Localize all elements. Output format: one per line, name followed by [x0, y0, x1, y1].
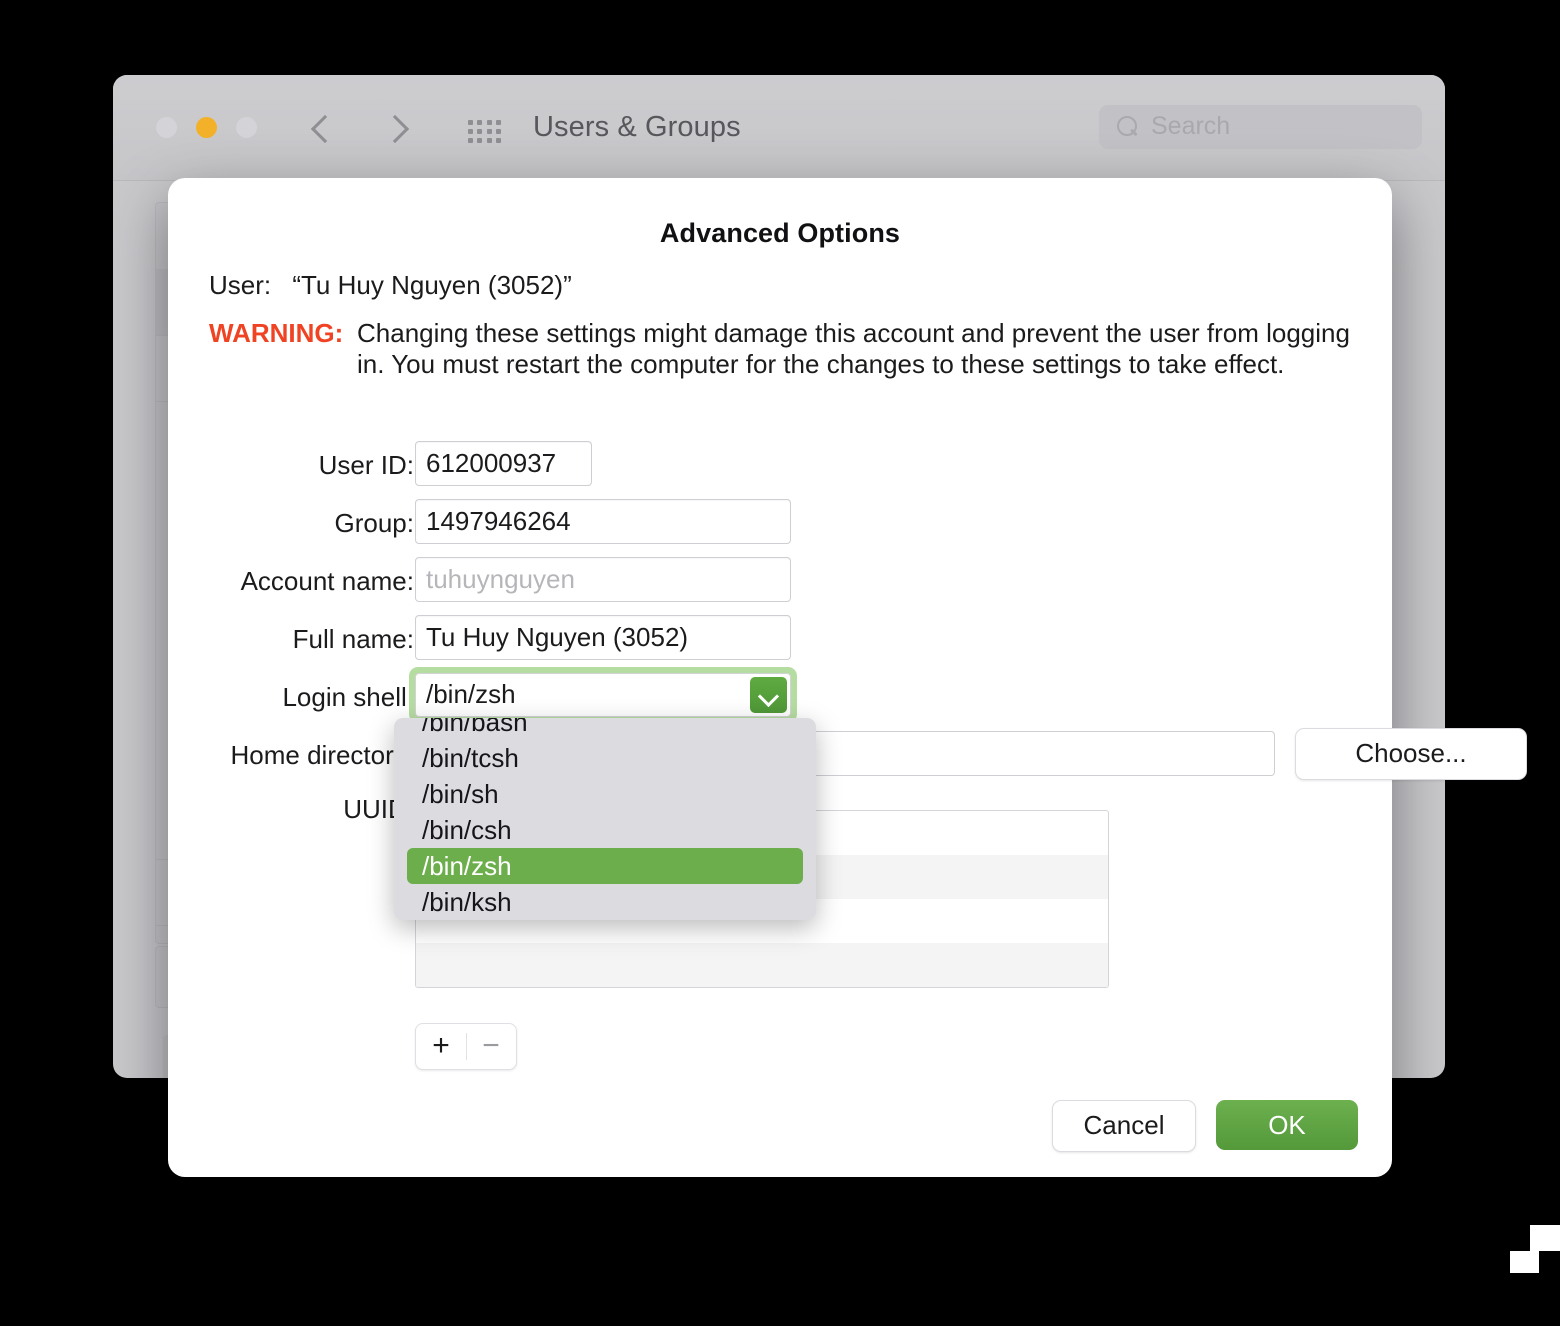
login-shell-popup-button[interactable]: /bin/zsh	[415, 673, 791, 717]
advanced-options-sheet: Advanced Options User: “Tu Huy Nguyen (3…	[168, 178, 1527, 1177]
home-directory-label: Home directory:	[230, 740, 415, 770]
grid-dot	[495, 120, 501, 125]
window-titlebar: Users & Groups Search	[113, 75, 1445, 181]
field-row-account-name: Account name: tuhuynguyen	[168, 557, 1392, 615]
menu-item-ksh[interactable]: /bin/ksh	[394, 884, 816, 920]
field-row-full-name: Full name: Tu Huy Nguyen (3052)	[168, 615, 1392, 673]
grid-dot	[477, 138, 483, 143]
field-row-user-id: User ID: 612000937	[168, 441, 1392, 499]
search-field[interactable]: Search	[1099, 105, 1422, 149]
warning-text: Changing these settings might damage thi…	[357, 318, 1350, 380]
grid-dot	[468, 120, 473, 125]
search-placeholder: Search	[1151, 112, 1231, 140]
sheet-title: Advanced Options	[659, 218, 901, 248]
show-all-grid-icon[interactable]	[468, 120, 502, 144]
login-shell-dropdown-menu[interactable]: /bin/bash /bin/tcsh /bin/sh /bin/csh /bi…	[394, 718, 816, 920]
full-name-input[interactable]: Tu Huy Nguyen (3052)	[415, 615, 791, 660]
aliases-add-remove-group: + −	[415, 1023, 517, 1070]
grid-dot	[468, 138, 473, 143]
group-label: Group:	[334, 508, 415, 538]
corner-artifact-lower	[1510, 1251, 1539, 1273]
user-id-label: User ID:	[318, 450, 414, 480]
remove-alias-button[interactable]: −	[466, 1024, 516, 1069]
full-name-label: Full name:	[292, 624, 414, 654]
account-name-label: Account name:	[240, 566, 414, 596]
login-shell-value: /bin/zsh	[426, 679, 516, 709]
minimize-button-icon[interactable]	[196, 117, 217, 138]
grid-dot	[495, 129, 501, 134]
grid-dot	[495, 138, 501, 143]
menu-item-csh[interactable]: /bin/csh	[394, 812, 816, 848]
menu-item-tcsh[interactable]: /bin/tcsh	[394, 740, 816, 776]
zoom-button-icon[interactable]	[236, 117, 257, 138]
chevron-left-icon[interactable]	[311, 111, 337, 145]
login-shell-popup-focus-ring: /bin/zsh	[409, 667, 797, 723]
add-alias-button[interactable]: +	[416, 1024, 466, 1069]
grid-dot	[486, 120, 492, 125]
account-name-input[interactable]: tuhuynguyen	[415, 557, 791, 602]
menu-item-bash[interactable]: /bin/bash	[394, 718, 816, 740]
warning-label: WARNING:	[209, 318, 344, 348]
menu-item-sh[interactable]: /bin/sh	[394, 776, 816, 812]
ok-button[interactable]: OK	[1216, 1100, 1358, 1150]
corner-artifact-upper	[1530, 1225, 1560, 1251]
grid-dot	[486, 138, 492, 143]
login-shell-label: Login shell:	[282, 682, 414, 712]
user-value: “Tu Huy Nguyen (3052)”	[292, 270, 572, 300]
grid-dot	[468, 129, 473, 134]
grid-dot	[477, 120, 483, 125]
grid-dot	[477, 129, 483, 134]
choose-button[interactable]: Choose...	[1295, 728, 1527, 780]
group-input[interactable]: 1497946264	[415, 499, 791, 544]
cancel-button[interactable]: Cancel	[1052, 1100, 1196, 1152]
traffic-light-group	[156, 117, 257, 138]
navigation-buttons	[311, 111, 409, 145]
close-button-icon[interactable]	[156, 117, 177, 138]
search-icon	[1117, 116, 1137, 136]
menu-item-zsh-selected[interactable]: /bin/zsh	[407, 848, 803, 884]
window-title: Users & Groups	[533, 111, 741, 143]
user-label: User:	[209, 270, 272, 300]
chevron-down-icon[interactable]	[750, 677, 787, 713]
warning-block: WARNING: Changing these settings might d…	[209, 318, 1359, 381]
uuid-label: UUID:	[343, 794, 414, 824]
user-row: User: “Tu Huy Nguyen (3052)”	[209, 270, 572, 301]
user-id-input[interactable]: 612000937	[415, 441, 592, 486]
table-row[interactable]	[416, 943, 1108, 987]
field-row-group: Group: 1497946264	[168, 499, 1392, 557]
grid-dot	[486, 129, 492, 134]
chevron-right-icon[interactable]	[383, 111, 409, 145]
